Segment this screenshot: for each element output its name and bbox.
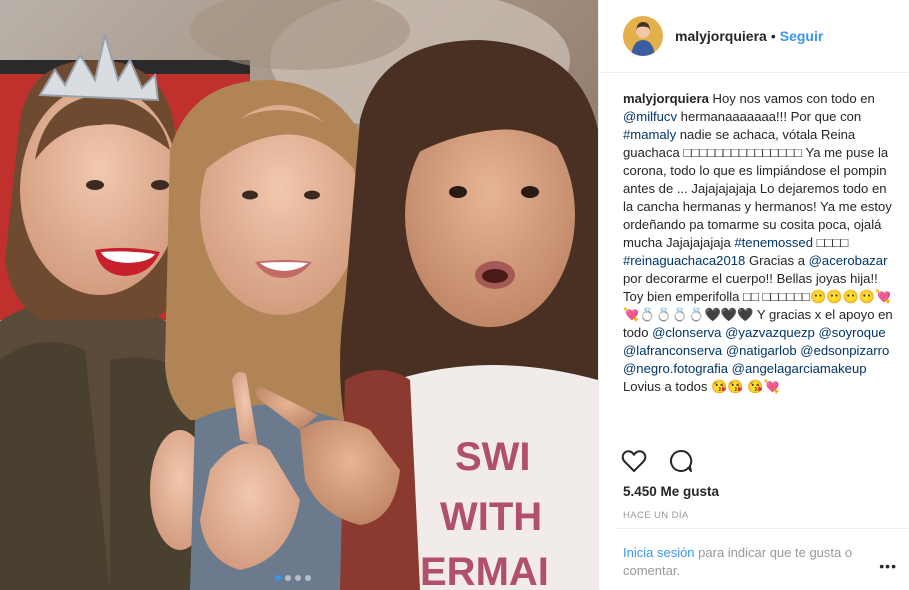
post-photo[interactable]: SWI WITH ERMAI <box>0 0 598 590</box>
carousel-dot[interactable] <box>305 575 311 581</box>
svg-text:SWI: SWI <box>455 435 531 479</box>
caption-text: Gracias a <box>745 253 809 268</box>
caption-text: nadie se achaca, vótala Reina guachaca □… <box>623 127 892 250</box>
svg-text:WITH: WITH <box>440 495 542 539</box>
mention-link[interactable]: @acerobazar <box>809 253 888 268</box>
caption-username[interactable]: malyjorquiera <box>623 91 709 106</box>
post-sidebar: malyjorquiera • Seguir malyjorquiera Hoy… <box>598 0 909 590</box>
login-link[interactable]: Inicia sesión <box>623 545 695 560</box>
mention-link[interactable]: @natigarlob <box>726 343 797 358</box>
login-prompt: Inicia sesión para indicar que te gusta … <box>623 544 873 580</box>
caption-text: hermanaaaaaaa!!! Por que con <box>677 109 862 124</box>
mention-link[interactable]: @edsonpizarro <box>800 343 889 358</box>
hashtag-link[interactable]: #tenemossed <box>734 235 813 250</box>
mention-link[interactable]: @negro.fotografia <box>623 361 728 376</box>
post-header: malyjorquiera • Seguir <box>599 0 909 73</box>
more-options-button[interactable]: ••• <box>879 558 897 574</box>
carousel-dot-active[interactable] <box>275 575 281 581</box>
like-count[interactable]: 5.450 Me gusta <box>623 484 719 499</box>
caption-text: □□□□ <box>813 235 849 250</box>
caption-text: Hoy nos vamos con todo en <box>712 91 875 106</box>
carousel-indicator <box>275 575 311 581</box>
svg-text:ERMAI: ERMAI <box>420 550 549 590</box>
mention-link[interactable]: @milfucv <box>623 109 677 124</box>
caption-text: Lovius a todos 😘😘 😘💘 <box>623 379 780 394</box>
mention-link[interactable]: @clonserva <box>652 325 721 340</box>
hashtag-link[interactable]: #reinaguachaca2018 <box>623 253 745 268</box>
carousel-dot[interactable] <box>285 575 291 581</box>
carousel-dot[interactable] <box>295 575 301 581</box>
comment-icon[interactable] <box>669 449 693 473</box>
separator-dot: • <box>770 28 776 44</box>
heart-icon[interactable] <box>621 449 647 473</box>
post-timestamp[interactable]: Hace un día <box>623 510 689 521</box>
username-link[interactable]: malyjorquiera <box>675 28 767 44</box>
mention-link[interactable]: @soyroque <box>818 325 885 340</box>
hashtag-link[interactable]: #mamaly <box>623 127 676 142</box>
divider <box>615 528 909 529</box>
mention-link[interactable]: @lafranconserva <box>623 343 722 358</box>
mention-link[interactable]: @angelagarciamakeup <box>732 361 867 376</box>
post-caption: malyjorquiera Hoy nos vamos con todo en … <box>623 90 899 438</box>
post-actions <box>621 449 693 473</box>
avatar[interactable] <box>623 16 663 56</box>
photo-illustration: SWI WITH ERMAI <box>0 0 598 590</box>
follow-button[interactable]: Seguir <box>780 28 824 44</box>
mention-link[interactable]: @yazvazquezp <box>725 325 815 340</box>
